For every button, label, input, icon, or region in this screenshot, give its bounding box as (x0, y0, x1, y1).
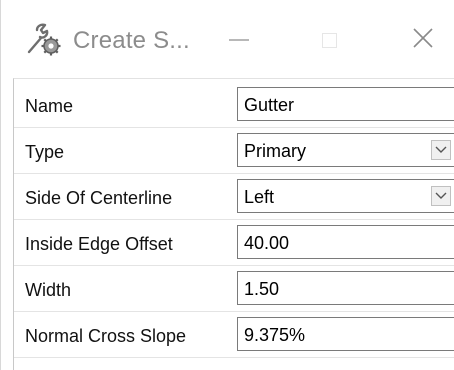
minimize-icon (229, 39, 249, 41)
chevron-down-icon (435, 192, 447, 199)
close-button[interactable] (393, 14, 453, 66)
property-row-name: Name Gutter (14, 82, 454, 128)
normal-cross-slope-value: 9.375% (244, 325, 306, 345)
property-grid: Name Gutter Type Primary Side Of Centerl… (13, 78, 454, 370)
property-row-normal-cross-slope: Normal Cross Slope 9.375% (14, 312, 454, 358)
property-row-type: Type Primary (14, 128, 454, 174)
name-label: Name (25, 96, 74, 116)
width-label: Width (25, 280, 72, 300)
gear-wrench-icon (23, 22, 63, 58)
create-dialog-window: Create S... Name Gutter Type Primary Sid… (0, 0, 454, 370)
property-row-width: Width 1.50 (14, 266, 454, 312)
window-title: Create S... (73, 27, 190, 54)
type-dropdown-button[interactable] (431, 140, 451, 160)
inside-edge-offset-label: Inside Edge Offset (25, 234, 173, 254)
property-row-side-of-centerline: Side Of Centerline Left (14, 174, 454, 220)
chevron-down-icon (435, 146, 447, 153)
side-of-centerline-dropdown-button[interactable] (431, 186, 451, 206)
inside-edge-offset-value: 40.00 (244, 233, 290, 253)
side-of-centerline-dropdown[interactable]: Left (237, 179, 454, 213)
maximize-icon (321, 32, 337, 48)
width-field[interactable]: 1.50 (237, 271, 454, 305)
name-value: Gutter (244, 95, 295, 115)
type-label: Type (25, 142, 65, 162)
close-icon (412, 27, 434, 54)
normal-cross-slope-label: Normal Cross Slope (25, 326, 187, 346)
side-of-centerline-value: Left (244, 187, 275, 207)
title-bar[interactable]: Create S... (1, 0, 454, 78)
name-field[interactable]: Gutter (237, 87, 454, 121)
type-value: Primary (244, 141, 306, 161)
inside-edge-offset-field[interactable]: 40.00 (237, 225, 454, 259)
maximize-button[interactable] (299, 14, 359, 66)
side-of-centerline-label: Side Of Centerline (25, 188, 173, 208)
width-value: 1.50 (244, 279, 280, 299)
normal-cross-slope-field[interactable]: 9.375% (237, 317, 454, 351)
minimize-button[interactable] (209, 14, 269, 66)
type-dropdown[interactable]: Primary (237, 133, 454, 167)
property-row-inside-edge-offset: Inside Edge Offset 40.00 (14, 220, 454, 266)
